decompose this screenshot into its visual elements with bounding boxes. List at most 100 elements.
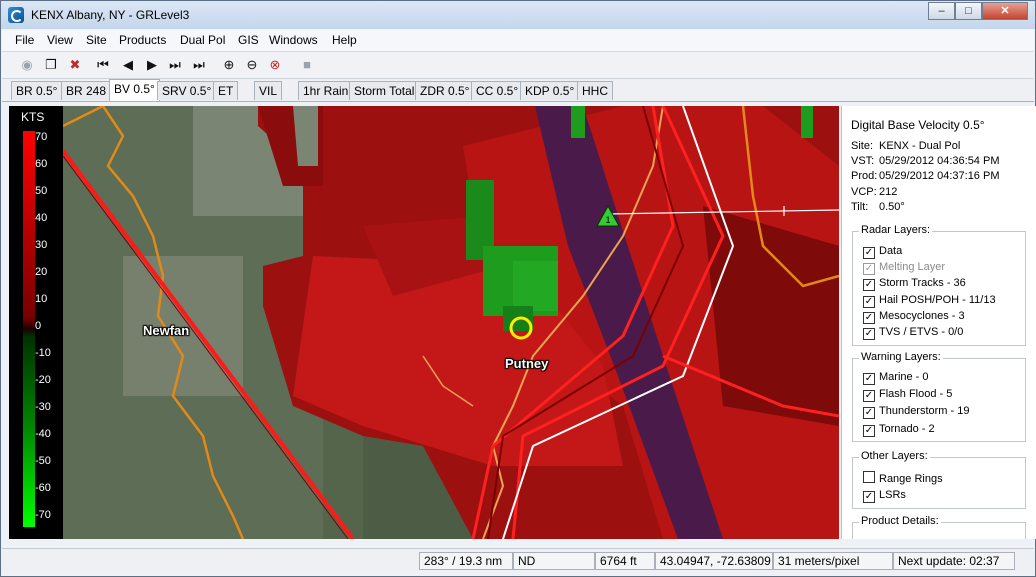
menu-view[interactable]: View — [47, 33, 73, 47]
legend-tick: 70 — [35, 131, 48, 143]
tab-bv-05[interactable]: BV 0.5° — [109, 79, 160, 101]
prod-label: Prod: — [851, 170, 878, 182]
legend-tick: 0 — [35, 320, 42, 332]
warning-layers-title: Warning Layers: — [859, 351, 943, 363]
product-details-group: Product Details: — [852, 515, 1026, 539]
maximize-button[interactable]: □ — [955, 2, 982, 20]
status-height: 6764 ft — [595, 552, 655, 570]
checkbox-label: Storm Tracks - 36 — [879, 277, 966, 289]
range-rings-checkbox[interactable]: Range Rings — [863, 471, 943, 485]
menu-dual-pol[interactable]: Dual Pol — [180, 33, 225, 47]
layer-hail-checkbox[interactable]: ✓ Hail POSH/POH - 11/13 — [863, 294, 996, 308]
legend-unit: KTS — [21, 110, 45, 124]
legend-tick: 20 — [35, 266, 48, 278]
menu-products[interactable]: Products — [119, 33, 166, 47]
checkbox-label: Marine - 0 — [879, 371, 929, 383]
map-label-town: Newfan — [143, 323, 190, 338]
checkbox-label: Data — [879, 245, 903, 257]
vcp-label: VCP: — [851, 186, 877, 198]
product-tab-bar: BR 0.5° BR 248 BV 0.5° SRV 0.5° ET VIL 1… — [2, 79, 1034, 102]
other-layers-title: Other Layers: — [859, 450, 930, 462]
tab-zdr-05[interactable]: ZDR 0.5° — [415, 81, 475, 100]
tab-storm-total[interactable]: Storm Total — [349, 81, 420, 100]
warning-tornado-checkbox[interactable]: ✓ Tornado - 2 — [863, 423, 935, 437]
legend-tick: -10 — [35, 347, 51, 359]
radar-layers-title: Radar Layers: — [859, 224, 933, 236]
zoom-in-icon[interactable]: ⊕ — [220, 56, 238, 74]
status-bar: 283° / 19.3 nm ND 6764 ft 43.04947, -72.… — [2, 548, 1034, 573]
warning-marine-checkbox[interactable]: ✓ Marine - 0 — [863, 371, 929, 385]
menu-bar: File View Site Products Dual Pol GIS Win… — [2, 30, 1034, 52]
checkbox-label: Hail POSH/POH - 11/13 — [879, 294, 996, 306]
legend-tick: -40 — [35, 428, 51, 440]
other-layers-group: Other Layers: Range Rings ✓ LSRs — [852, 450, 1026, 509]
app-icon — [8, 7, 24, 23]
legend-tick: 50 — [35, 185, 48, 197]
checkbox-unchecked-icon — [863, 471, 875, 483]
close-button[interactable]: ✕ — [982, 2, 1028, 20]
layer-storm-tracks-checkbox[interactable]: ✓ Storm Tracks - 36 — [863, 277, 966, 291]
tilt-label: Tilt: — [851, 201, 869, 213]
copy-icon[interactable]: ❐ — [42, 56, 60, 74]
vcp-value: 212 — [879, 186, 898, 198]
layer-mesocyclones-checkbox[interactable]: ✓ Mesocyclones - 3 — [863, 310, 965, 324]
map-label-town: Putney — [505, 356, 549, 371]
checkbox-checked-icon: ✓ — [863, 373, 875, 385]
title-bar[interactable]: KENX Albany, NY - GRLevel3 – □ ✕ — [1, 1, 1035, 29]
menu-gis[interactable]: GIS — [238, 33, 259, 47]
zoom-reset-icon[interactable]: ⊗ — [266, 56, 284, 74]
lsrs-checkbox[interactable]: ✓ LSRs — [863, 489, 906, 503]
vst-value: 05/29/2012 04:36:54 PM — [879, 155, 1000, 167]
tab-hhc[interactable]: HHC — [577, 81, 613, 100]
tab-br-248[interactable]: BR 248 — [61, 81, 112, 100]
warning-layers-group: Warning Layers: ✓ Marine - 0 ✓ Flash Flood… — [852, 351, 1026, 442]
play-icon[interactable]: ▶ — [143, 56, 161, 74]
layer-tvs-checkbox[interactable]: ✓ TVS / ETVS - 0/0 — [863, 326, 963, 340]
previous-frame-icon[interactable]: ◀ — [119, 56, 137, 74]
menu-windows[interactable]: Windows — [269, 33, 318, 47]
checkbox-label: LSRs — [879, 489, 906, 501]
tab-srv-05[interactable]: SRV 0.5° — [157, 81, 217, 100]
checkbox-label: Thunderstorm - 19 — [879, 405, 970, 417]
tab-cc-05[interactable]: CC 0.5° — [471, 81, 524, 100]
layer-data-checkbox[interactable]: ✓ Data — [863, 245, 902, 259]
legend-tick: -70 — [35, 509, 51, 521]
window-title: KENX Albany, NY - GRLevel3 — [31, 8, 190, 22]
site-label: Site: — [851, 140, 874, 152]
product-details-title: Product Details: — [859, 515, 941, 527]
next-frame-icon[interactable]: ⏭ — [166, 56, 184, 74]
stop-icon[interactable]: ■ — [298, 56, 316, 74]
status-coordinates: 43.04947, -72.63809 — [655, 552, 773, 570]
tab-kdp-05[interactable]: KDP 0.5° — [520, 81, 580, 100]
checkbox-checked-icon: ✓ — [863, 407, 875, 419]
checkbox-checked-icon: ✓ — [863, 296, 875, 308]
warning-thunderstorm-checkbox[interactable]: ✓ Thunderstorm - 19 — [863, 405, 969, 419]
warning-flash-flood-checkbox[interactable]: ✓ Flash Flood - 5 — [863, 388, 952, 402]
last-frame-icon[interactable]: ⏭ — [190, 56, 208, 74]
legend-tick: -30 — [35, 401, 51, 413]
legend-tick: -20 — [35, 374, 51, 386]
menu-file[interactable]: File — [15, 33, 34, 47]
legend-tick: 10 — [35, 293, 48, 305]
new-window-icon[interactable]: ◉ — [18, 56, 36, 74]
delete-icon[interactable]: ✖ — [66, 56, 84, 74]
toolbar: ◉ ❐ ✖ ⏮ ◀ ▶ ⏭ ⏭ ⊕ ⊖ ⊗ ■ — [2, 52, 1034, 79]
tab-1hr-rain[interactable]: 1hr Rain — [298, 81, 354, 100]
first-frame-icon[interactable]: ⏮ — [94, 56, 112, 74]
radar-map[interactable]: 1 Newfan Putney — [63, 106, 839, 539]
tab-br-05[interactable]: BR 0.5° — [11, 81, 63, 100]
legend-tick: -50 — [35, 455, 51, 467]
zoom-out-icon[interactable]: ⊖ — [243, 56, 261, 74]
checkbox-checked-icon: ✓ — [863, 328, 875, 340]
checkbox-label: Tornado - 2 — [879, 423, 935, 435]
menu-help[interactable]: Help — [332, 33, 357, 47]
tab-vil[interactable]: VIL — [254, 81, 283, 100]
checkbox-label: Mesocyclones - 3 — [879, 310, 965, 322]
menu-site[interactable]: Site — [86, 33, 107, 47]
checkbox-label: Range Rings — [879, 473, 943, 485]
tab-et[interactable]: ET — [213, 81, 239, 100]
checkbox-checked-icon: ✓ — [863, 263, 875, 275]
minimize-button[interactable]: – — [928, 2, 955, 20]
site-value: KENX - Dual Pol — [879, 140, 961, 152]
status-next-update: Next update: 02:37 — [893, 552, 1015, 570]
